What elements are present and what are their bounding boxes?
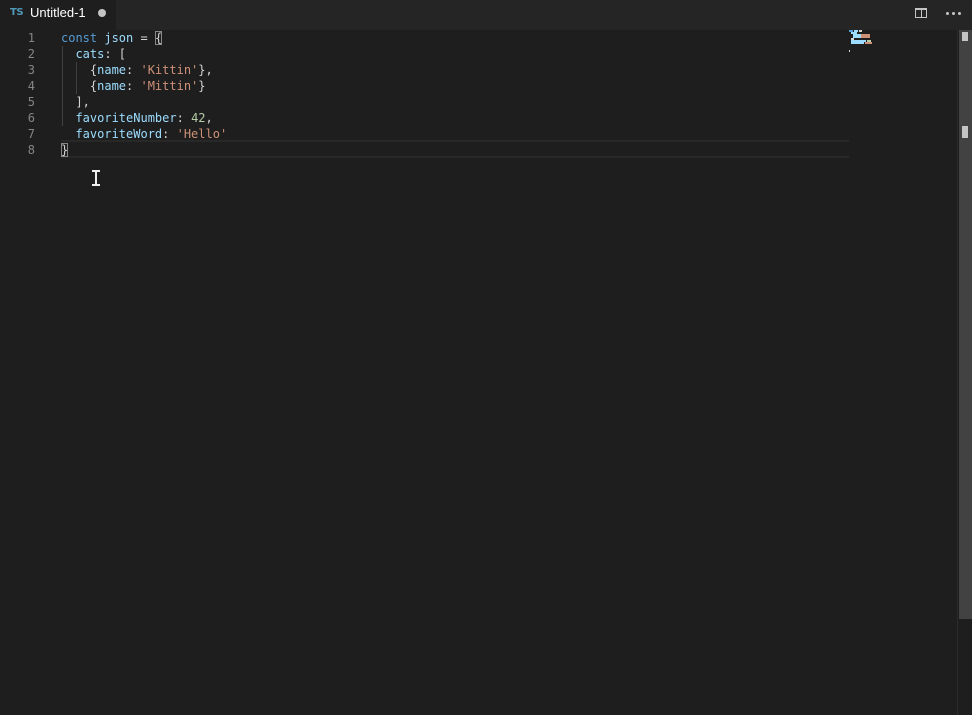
more-actions-icon: [946, 12, 949, 15]
code-line[interactable]: cats: [: [61, 46, 126, 62]
code-line[interactable]: const json = {: [61, 30, 163, 46]
tab-bar: TS Untitled-1: [0, 0, 972, 30]
code-token: : [: [104, 47, 127, 61]
matching-bracket: }: [61, 143, 69, 157]
code-editor[interactable]: 12345678 const json = { cats: [ {name: '…: [0, 30, 972, 715]
line-number: 6: [27, 111, 35, 125]
code-line[interactable]: ],: [61, 94, 90, 110]
scrollbar-thumb[interactable]: [959, 30, 972, 619]
code-token: 'Mittin': [140, 79, 199, 93]
code-line[interactable]: favoriteNumber: 42,: [61, 110, 213, 126]
editor-tab-untitled-1[interactable]: TS Untitled-1: [0, 0, 116, 30]
code-token: :: [176, 111, 192, 125]
code-token: favoriteWord: [75, 127, 163, 141]
minimap-line: [859, 30, 862, 32]
minimap[interactable]: [849, 30, 957, 715]
code-token: name: [97, 63, 127, 77]
code-token: const: [61, 31, 98, 45]
code-token: :: [126, 79, 141, 93]
code-token: }: [198, 79, 206, 93]
code-token: ,: [205, 111, 213, 125]
code-line[interactable]: {name: 'Mittin'}: [61, 78, 206, 94]
code-token: },: [198, 63, 213, 77]
matching-bracket: {: [154, 31, 163, 45]
vertical-scrollbar[interactable]: [957, 30, 972, 715]
minimap-line: [849, 50, 850, 52]
line-number: 7: [27, 127, 35, 141]
code-line[interactable]: }: [61, 142, 69, 158]
more-actions-icon-dot: [958, 12, 961, 15]
line-number: 3: [27, 63, 35, 77]
line-number: 5: [27, 95, 35, 109]
split-editor-icon: [915, 8, 927, 18]
tab-title: Untitled-1: [30, 5, 86, 20]
scrollbar-bracket-marker: [962, 126, 968, 138]
code-token: cats: [75, 47, 105, 61]
line-number: 2: [27, 47, 35, 61]
minimap-line: [851, 42, 864, 44]
more-actions-button[interactable]: [944, 6, 962, 22]
line-number: 8: [27, 143, 35, 157]
code-token: 'Hello': [176, 127, 228, 141]
code-token: name: [97, 79, 127, 93]
minimap-line: [853, 36, 861, 38]
code-token: 'Kittin': [140, 63, 199, 77]
code-token: {: [61, 63, 98, 77]
split-editor-button[interactable]: [914, 6, 930, 22]
minimap-line: [865, 42, 872, 44]
line-number: 4: [27, 79, 35, 93]
current-line-highlight: [61, 140, 849, 158]
code-token: {: [61, 79, 98, 93]
code-token: json: [104, 31, 134, 45]
code-line[interactable]: favoriteWord: 'Hello': [61, 126, 227, 142]
minimap-line: [861, 36, 870, 38]
code-token: :: [126, 63, 141, 77]
code-token: 42: [191, 111, 206, 125]
code-token: =: [133, 31, 155, 45]
more-actions-icon-dot: [952, 12, 955, 15]
unsaved-changes-dot-icon[interactable]: [98, 9, 106, 17]
code-token: favoriteNumber: [75, 111, 177, 125]
scrollbar-cursor-marker: [962, 32, 968, 41]
code-token: :: [162, 127, 177, 141]
typescript-file-icon: TS: [10, 7, 24, 18]
code-line[interactable]: {name: 'Kittin'},: [61, 62, 213, 78]
line-number: 1: [27, 31, 35, 45]
mouse-ibeam-cursor-icon: [92, 170, 100, 186]
code-token: ],: [61, 95, 90, 109]
